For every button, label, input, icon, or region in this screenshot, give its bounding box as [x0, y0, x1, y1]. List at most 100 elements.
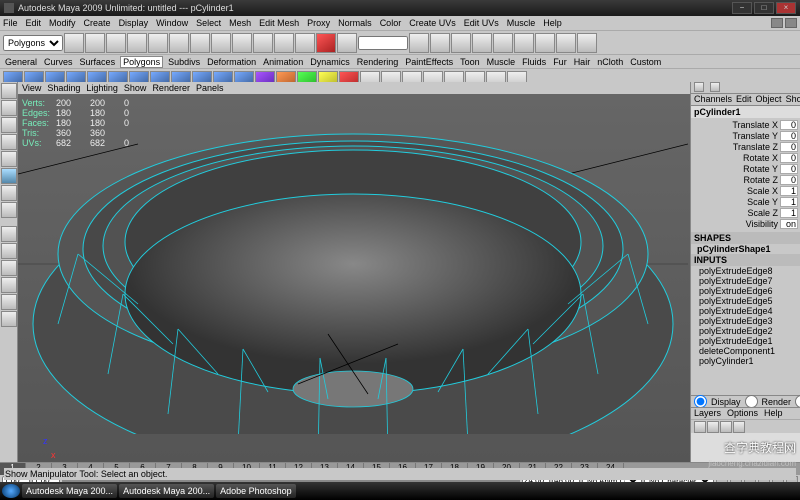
manipulator-tool-icon[interactable] — [1, 168, 17, 184]
attribute-tab-icon[interactable] — [710, 82, 720, 92]
input-node[interactable]: polyExtrudeEdge6 — [691, 286, 800, 296]
vp-panels[interactable]: Panels — [196, 83, 224, 93]
attr-value[interactable]: 0 — [780, 120, 798, 130]
minimize-button[interactable]: − — [732, 2, 752, 14]
perspective-viewport[interactable]: Verts:2002000 Edges:1801800 Faces:180180… — [18, 94, 690, 462]
new-scene-icon[interactable] — [64, 33, 84, 53]
tab-show[interactable]: Show — [786, 94, 800, 105]
single-view-icon[interactable] — [1, 226, 17, 242]
object-name[interactable]: pCylinder1 — [691, 106, 800, 118]
close-button[interactable]: × — [776, 2, 796, 14]
layout-4-icon[interactable] — [577, 33, 597, 53]
redo-icon[interactable] — [148, 33, 168, 53]
menu-select[interactable]: Select — [196, 18, 221, 28]
shelf-subdivs[interactable]: Subdivs — [166, 57, 202, 67]
render-settings-icon[interactable] — [472, 33, 492, 53]
tab-object[interactable]: Object — [756, 94, 782, 105]
mode-selector[interactable]: Polygons — [3, 35, 63, 51]
menu-create-uvs[interactable]: Create UVs — [409, 18, 456, 28]
lasso-tool-icon[interactable] — [1, 100, 17, 116]
menu-window[interactable]: Window — [156, 18, 188, 28]
attr-value[interactable]: 0 — [780, 142, 798, 152]
maximize-button[interactable]: □ — [754, 2, 774, 14]
shelf-fluids[interactable]: Fluids — [520, 57, 548, 67]
shelf-fur[interactable]: Fur — [551, 57, 569, 67]
menu-edit-mesh[interactable]: Edit Mesh — [259, 18, 299, 28]
shelf-toon[interactable]: Toon — [458, 57, 482, 67]
attr-value[interactable]: 1 — [780, 208, 798, 218]
layout-2-icon[interactable] — [535, 33, 555, 53]
menu-create[interactable]: Create — [84, 18, 111, 28]
lasso-icon[interactable] — [190, 33, 210, 53]
attr-value[interactable]: 0 — [780, 153, 798, 163]
magnet-icon[interactable] — [316, 33, 336, 53]
task-maya-1[interactable]: Autodesk Maya 200... — [22, 484, 117, 498]
start-button[interactable] — [2, 484, 20, 498]
input-node[interactable]: polyExtrudeEdge7 — [691, 276, 800, 286]
soft-mod-tool-icon[interactable] — [1, 185, 17, 201]
snap-plane-icon[interactable] — [295, 33, 315, 53]
layout-1-icon[interactable] — [514, 33, 534, 53]
construction-history-icon[interactable] — [409, 33, 429, 53]
rotate-tool-icon[interactable] — [1, 134, 17, 150]
paint-select-icon[interactable] — [211, 33, 231, 53]
last-tool-icon[interactable] — [1, 202, 17, 218]
close-doc-icon[interactable] — [785, 18, 797, 28]
layers-options[interactable]: Options — [727, 408, 758, 419]
shelf-hair[interactable]: Hair — [572, 57, 593, 67]
menu-help[interactable]: Help — [543, 18, 562, 28]
persp-uvs-icon[interactable] — [1, 311, 17, 327]
input-node[interactable]: polyExtrudeEdge8 — [691, 266, 800, 276]
ipr-icon[interactable] — [451, 33, 471, 53]
channel-tab-icon[interactable] — [694, 82, 704, 92]
input-node[interactable]: polyCylinder1 — [691, 356, 800, 366]
shelf-general[interactable]: General — [3, 57, 39, 67]
persp-outliner-icon[interactable] — [1, 260, 17, 276]
layers-help[interactable]: Help — [764, 408, 783, 419]
numeric-input[interactable] — [358, 36, 408, 50]
snap-grid-icon[interactable] — [232, 33, 252, 53]
shape-name[interactable]: pCylinderShape1 — [691, 244, 800, 254]
shelf-animation[interactable]: Animation — [261, 57, 305, 67]
menu-muscle[interactable]: Muscle — [507, 18, 536, 28]
layout-3-icon[interactable] — [556, 33, 576, 53]
menu-file[interactable]: File — [3, 18, 18, 28]
delete-layer-icon[interactable] — [733, 421, 745, 433]
input-node[interactable]: polyExtrudeEdge1 — [691, 336, 800, 346]
shelf-dynamics[interactable]: Dynamics — [308, 57, 352, 67]
render-icon[interactable] — [430, 33, 450, 53]
select-mode-icon[interactable] — [169, 33, 189, 53]
input-node[interactable]: polyExtrudeEdge4 — [691, 306, 800, 316]
shelf-deformation[interactable]: Deformation — [205, 57, 258, 67]
shelf-polygons[interactable]: Polygons — [120, 56, 163, 68]
snap-curve-icon[interactable] — [253, 33, 273, 53]
restore-icon[interactable] — [771, 18, 783, 28]
shelf-surfaces[interactable]: Surfaces — [78, 57, 118, 67]
shelf-ncloth[interactable]: nCloth — [595, 57, 625, 67]
move-up-icon[interactable] — [707, 421, 719, 433]
save-scene-icon[interactable] — [106, 33, 126, 53]
shelf-muscle[interactable]: Muscle — [485, 57, 518, 67]
open-scene-icon[interactable] — [85, 33, 105, 53]
attr-value[interactable]: 0 — [780, 164, 798, 174]
shelf-custom[interactable]: Custom — [628, 57, 663, 67]
input-box-icon[interactable] — [337, 33, 357, 53]
vp-renderer[interactable]: Renderer — [152, 83, 190, 93]
shelf-rendering[interactable]: Rendering — [355, 57, 401, 67]
move-tool-icon[interactable] — [1, 117, 17, 133]
task-maya-2[interactable]: Autodesk Maya 200... — [119, 484, 214, 498]
hypershade-icon[interactable] — [493, 33, 513, 53]
menu-edit-uvs[interactable]: Edit UVs — [464, 18, 499, 28]
input-node[interactable]: polyExtrudeEdge3 — [691, 316, 800, 326]
persp-graph-icon[interactable] — [1, 277, 17, 293]
task-photoshop[interactable]: Adobe Photoshop — [216, 484, 296, 498]
layers-menu[interactable]: Layers — [694, 408, 721, 419]
attr-value[interactable]: 0 — [780, 175, 798, 185]
menu-display[interactable]: Display — [119, 18, 149, 28]
move-down-icon[interactable] — [720, 421, 732, 433]
select-tool-icon[interactable] — [1, 83, 17, 99]
attr-value[interactable]: 1 — [780, 197, 798, 207]
snap-point-icon[interactable] — [274, 33, 294, 53]
menu-proxy[interactable]: Proxy — [307, 18, 330, 28]
menu-edit[interactable]: Edit — [26, 18, 42, 28]
